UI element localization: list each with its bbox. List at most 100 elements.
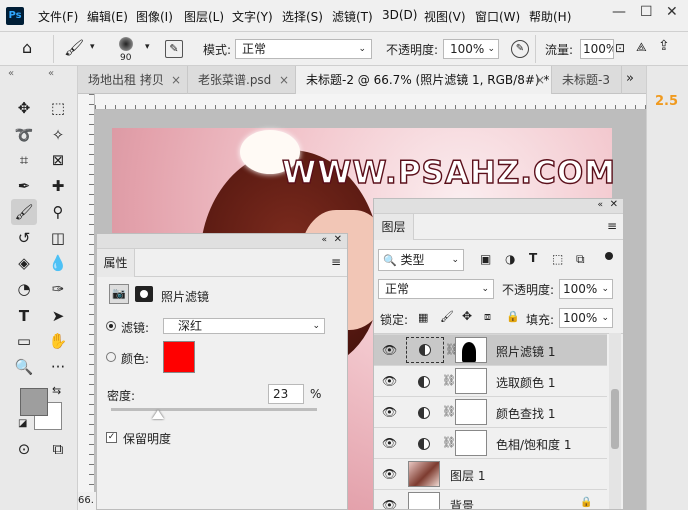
close-icon[interactable]: ✕ <box>334 234 342 245</box>
menu-image[interactable]: 图像(I) <box>136 8 173 25</box>
close-icon[interactable]: × <box>535 66 545 94</box>
menu-type[interactable]: 文字(Y) <box>232 8 273 25</box>
chevron-down-icon[interactable]: ▾ <box>145 42 150 52</box>
menu-3d[interactable]: 3D(D) <box>382 8 417 22</box>
default-colors-icon[interactable]: ◪ <box>18 418 27 429</box>
mask-icon[interactable] <box>135 286 153 302</box>
chevron-down-icon[interactable]: ▾ <box>90 42 95 52</box>
layer-mask-thumb[interactable] <box>455 337 487 363</box>
shape-filter-icon[interactable]: ⬚ <box>552 252 563 266</box>
close-icon[interactable]: × <box>279 66 289 94</box>
symmetry-icon[interactable]: ⟁ <box>636 40 647 55</box>
menu-file[interactable]: 文件(F) <box>38 8 78 25</box>
lock-position-icon[interactable]: ✥ <box>462 309 472 323</box>
layer-mask-thumb[interactable] <box>455 368 487 394</box>
tab-document-active[interactable]: 未标题-2 @ 66.7% (照片滤镜 1, RGB/8#) * × <box>296 66 552 94</box>
magic-wand-tool-icon[interactable]: ✧ <box>45 122 71 148</box>
color-radio[interactable] <box>106 352 116 362</box>
tab-document[interactable]: 未标题-3 <box>552 66 622 94</box>
eraser-tool-icon[interactable]: ◫ <box>45 225 71 251</box>
visibility-eye-icon[interactable]: 👁 <box>382 405 397 419</box>
paint-bucket-tool-icon[interactable]: ◈ <box>11 250 37 276</box>
density-input[interactable]: 23 <box>268 384 304 404</box>
layer-image-thumb[interactable] <box>408 492 440 509</box>
fill-input[interactable]: 100% ⌄ <box>559 308 613 328</box>
panel-menu-icon[interactable]: ≡ <box>331 255 341 269</box>
menu-filter[interactable]: 滤镜(T) <box>332 8 373 25</box>
opacity-input[interactable]: 100% ⌄ <box>443 39 499 59</box>
minimize-button[interactable]: — <box>612 4 626 20</box>
layer-row-layer-1[interactable]: 👁 图层 1 <box>374 458 607 489</box>
link-chain-icon[interactable]: ⛓ <box>442 374 456 387</box>
link-chain-icon[interactable]: ⛓ <box>442 405 456 418</box>
lock-transparent-icon[interactable]: ▦ <box>418 311 428 324</box>
crop-tool-icon[interactable]: ⌗ <box>11 147 37 173</box>
lock-all-icon[interactable]: 🔒 <box>506 310 520 323</box>
tabs-overflow-icon[interactable]: » <box>626 71 634 86</box>
blend-mode-select[interactable]: 正常 ⌄ <box>378 279 494 299</box>
color-swatch[interactable] <box>163 341 195 373</box>
maximize-button[interactable]: ☐ <box>640 4 653 20</box>
close-icon[interactable]: ✕ <box>610 199 618 210</box>
frame-tool-icon[interactable]: ⊠ <box>45 147 71 173</box>
layer-image-thumb[interactable] <box>408 461 440 487</box>
menu-layer[interactable]: 图层(L) <box>184 8 224 25</box>
brush-tool-icon[interactable]: 🖌 <box>11 199 37 225</box>
collapse-icon[interactable]: « <box>48 68 54 79</box>
density-slider-track[interactable] <box>111 408 317 419</box>
foreground-color-swatch[interactable] <box>20 388 48 416</box>
density-slider-thumb[interactable] <box>152 410 165 419</box>
collapse-icon[interactable]: « <box>8 68 14 79</box>
screen-mode-icon[interactable]: ⧉ <box>45 436 71 462</box>
type-filter-icon[interactable]: T <box>529 251 537 265</box>
move-tool-icon[interactable]: ✥ <box>11 95 37 121</box>
layer-row-photo-filter[interactable]: 👁 ⛓ 照片滤镜 1 <box>374 334 607 365</box>
zoom-status[interactable]: 66. <box>78 492 96 510</box>
blur-tool-icon[interactable]: 💧 <box>45 250 71 276</box>
zoom-tool-icon[interactable]: 🔍 <box>11 354 37 380</box>
brush-settings-icon[interactable]: ✎ <box>165 40 183 58</box>
brush-preset-icon[interactable]: 🖌 <box>64 38 84 57</box>
lock-artboard-icon[interactable]: ⧈ <box>484 310 491 324</box>
visibility-eye-icon[interactable]: 👁 <box>382 343 397 357</box>
layer-mask-thumb[interactable] <box>455 399 487 425</box>
path-selection-tool-icon[interactable]: ➤ <box>45 303 71 329</box>
preserve-luminosity-checkbox[interactable]: ✓ <box>106 432 117 443</box>
tab-properties[interactable]: 属性 <box>97 249 135 277</box>
pixel-filter-icon[interactable]: ▣ <box>480 252 491 266</box>
brush-tip-icon[interactable] <box>119 37 133 51</box>
filter-radio[interactable] <box>106 321 116 331</box>
visibility-eye-icon[interactable]: 👁 <box>382 498 397 509</box>
close-icon[interactable]: × <box>171 66 181 94</box>
link-chain-icon[interactable]: ⛓ <box>442 436 456 449</box>
menu-help[interactable]: 帮助(H) <box>529 8 571 25</box>
pen-tool-icon[interactable]: ✑ <box>45 276 71 302</box>
tab-document[interactable]: 老张菜谱.psd × <box>188 66 296 94</box>
scrollbar-thumb[interactable] <box>611 389 619 449</box>
collapse-icon[interactable]: « <box>321 235 327 245</box>
menu-select[interactable]: 选择(S) <box>282 8 323 25</box>
visibility-eye-icon[interactable]: 👁 <box>382 467 397 481</box>
layer-row-background[interactable]: 👁 背景 🔒 <box>374 489 607 509</box>
lock-pixels-icon[interactable]: 🖌 <box>440 310 454 323</box>
mode-select[interactable]: 正常 ⌄ <box>235 39 372 59</box>
adjustment-filter-icon[interactable]: ◑ <box>505 252 515 266</box>
layer-mask-thumb[interactable] <box>455 430 487 456</box>
airbrush-icon[interactable]: ⊡ <box>615 41 625 55</box>
share-icon[interactable]: ⇪ <box>658 38 670 54</box>
layer-row-selective-color[interactable]: 👁 ⛓ 选取颜色 1 <box>374 365 607 396</box>
flow-input[interactable]: 100% <box>580 39 614 59</box>
visibility-eye-icon[interactable]: 👁 <box>382 374 397 388</box>
pressure-opacity-icon[interactable]: ✎ <box>511 40 529 58</box>
marquee-tool-icon[interactable]: ⬚ <box>45 95 71 121</box>
type-tool-icon[interactable]: T <box>11 303 37 329</box>
close-window-button[interactable]: ✕ <box>666 4 678 20</box>
layer-row-hue-saturation[interactable]: 👁 ⛓ 色相/饱和度 1 <box>374 427 607 458</box>
panel-menu-icon[interactable]: ≡ <box>607 219 617 233</box>
collapse-icon[interactable]: « <box>597 200 603 210</box>
visibility-eye-icon[interactable]: 👁 <box>382 436 397 450</box>
tab-layers[interactable]: 图层 <box>374 214 414 240</box>
dodge-tool-icon[interactable]: ◔ <box>11 276 37 302</box>
history-brush-tool-icon[interactable]: ↺ <box>11 225 37 251</box>
clone-stamp-tool-icon[interactable]: ⚲ <box>45 199 71 225</box>
